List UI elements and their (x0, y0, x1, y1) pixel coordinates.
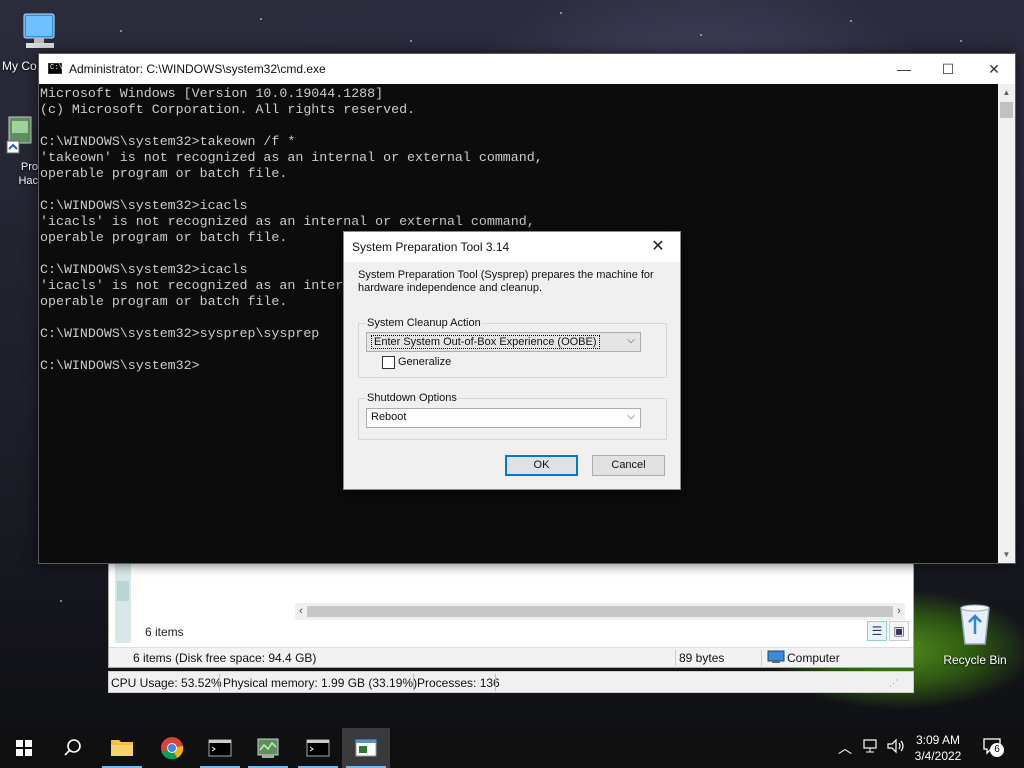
chevron-down-icon: ⌵ (627, 411, 635, 422)
start-button[interactable] (0, 728, 48, 768)
cmd-icon (306, 739, 330, 757)
cleanup-action-label: System Cleanup Action (366, 317, 482, 329)
generalize-label: Generalize (398, 356, 452, 368)
cmd-vertical-scrollbar[interactable]: ▲ ▼ (998, 84, 1015, 563)
computer-icon (0, 10, 76, 57)
taskbar-sysprep[interactable] (342, 728, 390, 768)
notification-badge: 6 (990, 743, 1004, 757)
desktop-icon-program[interactable]: Pro Hac (0, 115, 40, 188)
ok-button[interactable]: OK (505, 455, 578, 476)
maximize-button[interactable]: ☐ (925, 54, 971, 84)
status-location: Computer (787, 651, 840, 665)
scroll-up-icon[interactable]: ▲ (998, 84, 1015, 101)
task-manager-status-bar: CPU Usage: 53.52% Physical memory: 1.99 … (108, 671, 914, 693)
program-icon (0, 115, 40, 158)
shutdown-options-value: Reboot (371, 411, 407, 423)
sysprep-icon (355, 739, 377, 757)
clock[interactable]: 3:09 AM 3/4/2022 (908, 732, 968, 764)
windows-logo-icon (16, 740, 32, 756)
close-button[interactable]: ✕ (971, 54, 1017, 84)
taskbar: ︿ 3:09 AM 3/4/2022 6 (0, 728, 1024, 768)
minimize-button[interactable]: — (881, 54, 927, 84)
explorer-status-bar: 6 items (Disk free space: 94.4 GB) 89 by… (109, 647, 913, 667)
cmd-icon: C:\ (48, 63, 63, 74)
cmd-icon (208, 739, 232, 757)
network-icon[interactable] (862, 737, 880, 758)
desktop-icon-label: Recycle Bin (943, 653, 1007, 667)
console-line: C:\WINDOWS\system32>icacls (40, 198, 248, 213)
computer-icon (767, 650, 785, 667)
status-size: 89 bytes (679, 651, 725, 665)
scrollbar-thumb[interactable] (117, 581, 129, 601)
volume-icon[interactable] (886, 737, 906, 758)
processes-count: Processes: 136 (417, 676, 500, 690)
cpu-usage: CPU Usage: 53.52% (111, 676, 222, 690)
large-icons-view-icon[interactable]: ▣ (889, 621, 909, 641)
scrollbar-thumb[interactable] (1000, 102, 1013, 118)
physical-memory: Physical memory: 1.99 GB (33.19%) (223, 676, 418, 690)
scroll-left-icon[interactable]: ‹ (295, 603, 307, 620)
details-view-icon[interactable]: ☰ (867, 621, 887, 641)
taskbar-file-explorer[interactable] (98, 728, 146, 768)
console-line: Microsoft Windows [Version 10.0.19044.12… (40, 86, 384, 101)
sysprep-titlebar[interactable]: System Preparation Tool 3.14 ✕ (344, 232, 680, 262)
taskbar-cmd-1[interactable] (196, 728, 244, 768)
sysprep-description: System Preparation Tool (Sysprep) prepar… (358, 269, 654, 294)
sysprep-dialog[interactable]: System Preparation Tool 3.14 ✕ System Pr… (343, 231, 681, 490)
generalize-checkbox[interactable] (382, 356, 395, 369)
cmd-title: Administrator: C:\WINDOWS\system32\cmd.e… (69, 62, 326, 76)
close-button[interactable]: ✕ (636, 232, 680, 262)
desktop-icon-label: Pro Hac (18, 161, 38, 187)
folder-icon (111, 740, 133, 756)
search-button[interactable] (48, 728, 96, 768)
chevron-down-icon: ⌵ (627, 335, 635, 346)
explorer-horizontal-scrollbar[interactable]: ‹ › (295, 603, 905, 620)
cleanup-action-select[interactable]: Enter System Out-of-Box Experience (OOBE… (366, 332, 641, 352)
search-icon (64, 739, 81, 756)
cleanup-action-value: Enter System Out-of-Box Experience (OOBE… (371, 335, 600, 349)
scrollbar-thumb[interactable] (307, 606, 893, 617)
explorer-vertical-scrollbar[interactable] (115, 561, 131, 643)
shutdown-options-label: Shutdown Options (366, 392, 458, 404)
recycle-bin-icon (936, 600, 1014, 651)
taskbar-task-manager[interactable] (244, 728, 292, 768)
scroll-right-icon[interactable]: › (893, 603, 905, 620)
items-count: 6 items (145, 625, 184, 639)
task-manager-icon (257, 738, 279, 758)
cmd-titlebar[interactable]: C:\ Administrator: C:\WINDOWS\system32\c… (39, 54, 1015, 84)
taskbar-chrome[interactable] (148, 728, 196, 768)
resize-grip-icon[interactable]: ⋰ (889, 678, 898, 689)
console-line: operable program or batch file. (40, 166, 288, 181)
clock-time: 3:09 AM (915, 733, 961, 747)
console-line: (c) Microsoft Corporation. All rights re… (40, 102, 416, 117)
console-line: C:\WINDOWS\system32>takeown /f * (40, 134, 296, 149)
clock-date: 3/4/2022 (914, 749, 962, 763)
scroll-down-icon[interactable]: ▼ (998, 546, 1015, 563)
notifications-button[interactable]: 6 (982, 737, 1008, 759)
taskbar-cmd-2[interactable] (294, 728, 342, 768)
chrome-icon (161, 737, 184, 760)
desktop-icon-recycle-bin[interactable]: Recycle Bin (936, 600, 1014, 667)
status-items: 6 items (Disk free space: 94.4 GB) (133, 651, 317, 665)
shutdown-options-select[interactable]: Reboot ⌵ (366, 408, 641, 428)
console-line: 'icacls' is not recognized as an interna… (40, 214, 535, 229)
show-hidden-icons-icon[interactable]: ︿ (838, 738, 852, 758)
cancel-button[interactable]: Cancel (592, 455, 665, 476)
console-line: 'takeown' is not recognized as an intern… (40, 150, 543, 165)
sysprep-title: System Preparation Tool 3.14 (352, 240, 510, 254)
file-explorer-window: ‹ › 6 items ☰ ▣ 6 items (Disk free space… (108, 560, 914, 668)
